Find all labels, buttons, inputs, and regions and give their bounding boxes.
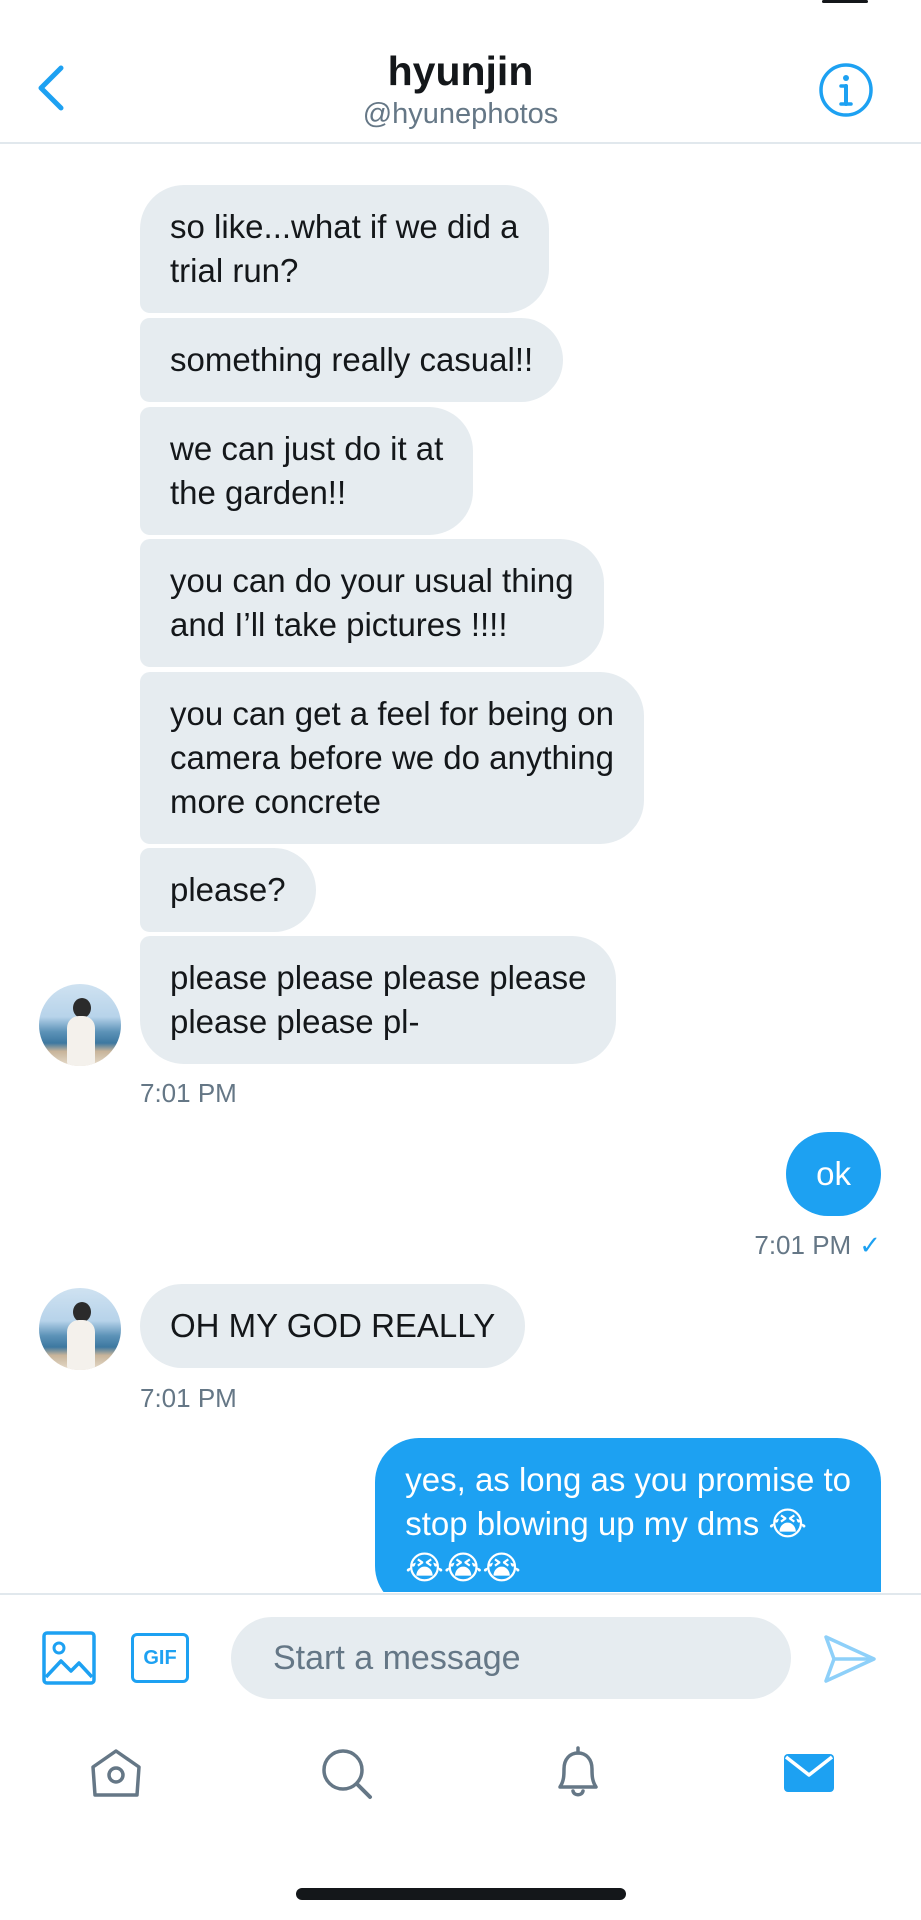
tab-search[interactable] bbox=[316, 1743, 376, 1803]
home-indicator[interactable] bbox=[296, 1888, 626, 1900]
mail-icon bbox=[784, 1754, 834, 1792]
tab-home[interactable] bbox=[86, 1743, 146, 1803]
status-bar-fragment bbox=[822, 0, 868, 3]
incoming-message[interactable]: so like...what if we did a trial run? bbox=[140, 185, 549, 313]
message-timestamp: 7:01 PM bbox=[140, 1383, 237, 1413]
outgoing-message[interactable]: ok bbox=[786, 1132, 881, 1216]
outgoing-message[interactable]: yes, as long as you promise to stop blow… bbox=[375, 1438, 881, 1592]
add-media-button[interactable] bbox=[42, 1631, 96, 1685]
tab-notifications[interactable] bbox=[548, 1743, 608, 1803]
read-check-icon: ✓ bbox=[859, 1230, 881, 1260]
info-button[interactable] bbox=[818, 62, 874, 118]
avatar[interactable] bbox=[39, 984, 121, 1066]
conversation-header: hyunjin @hyunephotos bbox=[0, 0, 921, 144]
conversation-title[interactable]: hyunjin bbox=[0, 48, 921, 95]
send-button[interactable] bbox=[822, 1633, 878, 1685]
incoming-message[interactable]: OH MY GOD REALLY bbox=[140, 1284, 526, 1368]
send-icon bbox=[824, 1635, 876, 1683]
bell-icon bbox=[558, 1746, 598, 1797]
incoming-message[interactable]: you can do your usual thing and I’ll tak… bbox=[140, 539, 604, 667]
gif-button[interactable]: GIF bbox=[131, 1633, 189, 1683]
info-icon bbox=[819, 63, 873, 117]
image-icon bbox=[42, 1631, 96, 1685]
avatar[interactable] bbox=[39, 1288, 121, 1370]
message-timestamp: 7:01 PM bbox=[140, 1078, 237, 1108]
incoming-message[interactable]: please? bbox=[140, 848, 316, 932]
message-timestamp: 7:01 PM ✓ bbox=[754, 1230, 881, 1260]
incoming-message[interactable]: we can just do it at the garden!! bbox=[140, 407, 474, 535]
tab-messages[interactable] bbox=[779, 1743, 839, 1803]
home-icon bbox=[91, 1749, 141, 1797]
search-icon bbox=[322, 1749, 372, 1799]
message-input[interactable] bbox=[231, 1617, 791, 1699]
incoming-message[interactable]: something really casual!! bbox=[140, 318, 564, 402]
message-list[interactable]: so like...what if we did a trial run? so… bbox=[0, 146, 921, 1592]
message-composer: GIF bbox=[0, 1593, 921, 1713]
conversation-handle[interactable]: @hyunephotos bbox=[0, 98, 921, 131]
incoming-message[interactable]: please please please please please pleas… bbox=[140, 936, 617, 1064]
incoming-message[interactable]: you can get a feel for being on camera b… bbox=[140, 672, 644, 844]
bottom-tab-bar bbox=[0, 1713, 921, 1843]
